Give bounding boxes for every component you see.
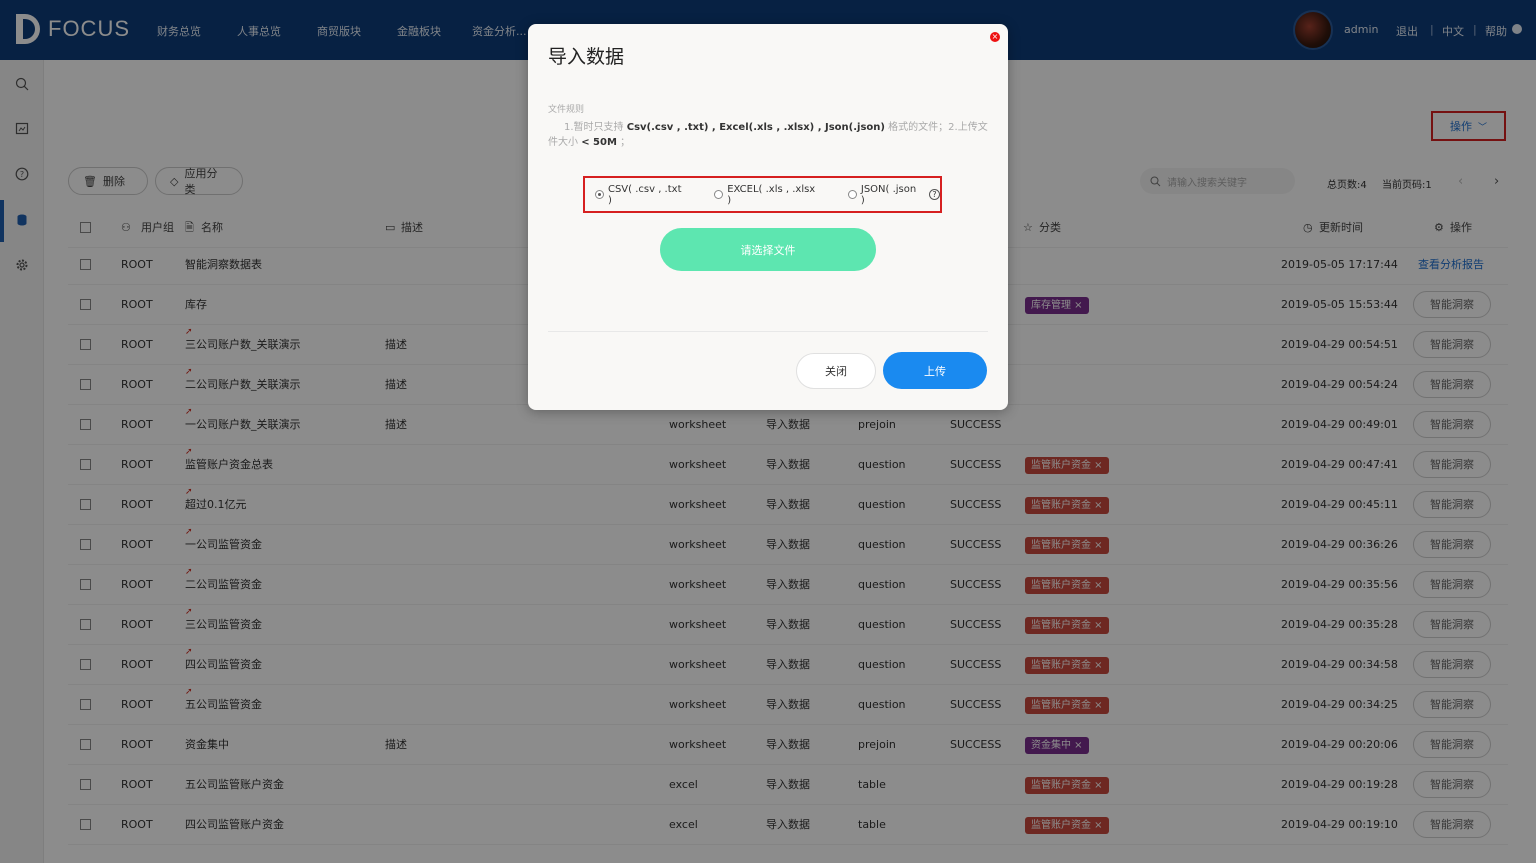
close-icon[interactable]: ×: [990, 32, 1000, 42]
modal-title: 导入数据: [548, 46, 625, 68]
choose-file-button[interactable]: 请选择文件: [660, 228, 876, 271]
import-data-modal: × 导入数据 文件规则 1.暂时只支持 Csv(.csv , .txt) , E…: [528, 24, 1008, 410]
rule-size: < 50M: [581, 137, 617, 148]
rules-text: 1.暂时只支持 Csv(.csv , .txt) , Excel(.xls , …: [548, 120, 988, 150]
close-button[interactable]: 关闭: [796, 353, 876, 389]
radio-csv-label: CSV( .csv , .txt ): [607, 183, 682, 206]
file-type-radio-group: CSV( .csv , .txt ) EXCEL( .xls , .xlsx )…: [583, 176, 942, 213]
rule-prefix: 1.暂时只支持: [564, 122, 624, 133]
rules-title: 文件规则: [548, 105, 585, 115]
radio-dot[interactable]: [847, 190, 857, 199]
upload-button[interactable]: 上传: [883, 352, 987, 389]
radio-json[interactable]: JSON( .json ): [847, 183, 923, 206]
rule-suffix: ；: [620, 137, 631, 148]
radio-json-label: JSON( .json ): [860, 183, 917, 206]
divider: [548, 331, 988, 332]
rule-formats: Csv(.csv , .txt) , Excel(.xls , .xlsx) ,…: [626, 122, 885, 133]
radio-dot[interactable]: [714, 190, 724, 199]
radio-dot[interactable]: [595, 190, 604, 199]
radio-excel[interactable]: EXCEL( .xls , .xlsx ): [714, 184, 822, 206]
radio-excel-label: EXCEL( .xls , .xlsx ): [727, 183, 816, 206]
help-icon[interactable]: ?: [929, 189, 940, 200]
radio-csv[interactable]: CSV( .csv , .txt ): [595, 184, 688, 206]
